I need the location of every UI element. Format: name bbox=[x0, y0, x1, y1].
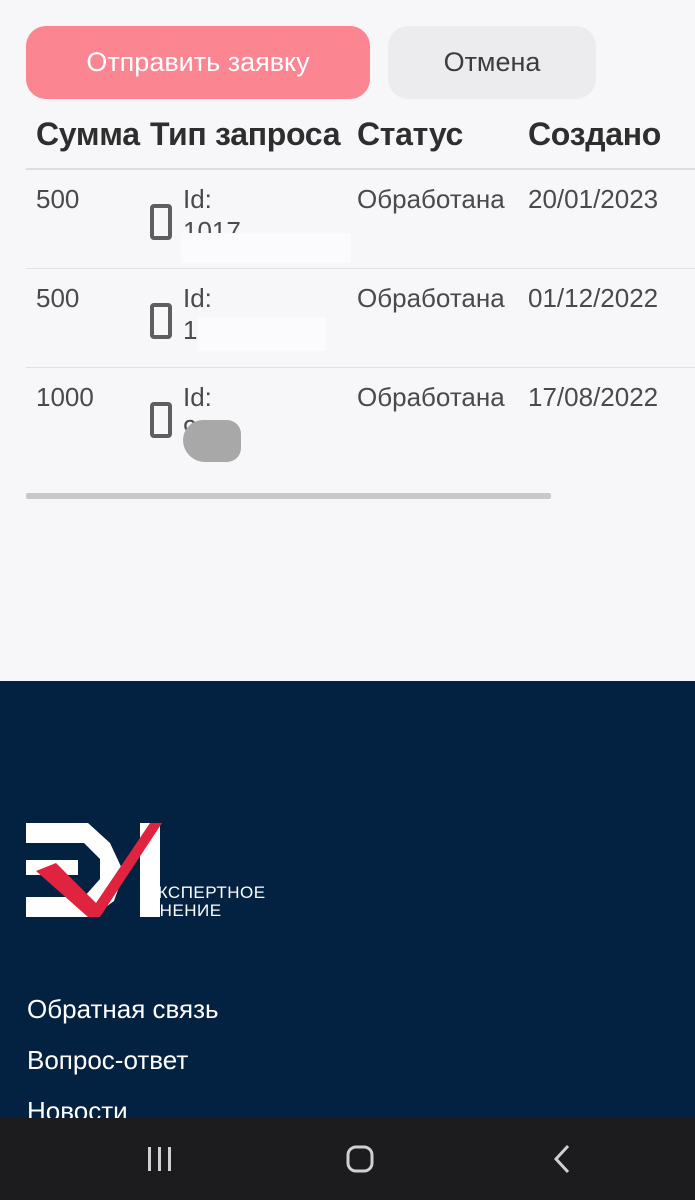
footer-link-feedback[interactable]: Обратная связь bbox=[27, 994, 219, 1025]
table-row[interactable]: 500 Id: 1 3 Обработана 01/12/2022 bbox=[26, 269, 695, 368]
created-date-cell: 17/08/2022 bbox=[528, 382, 659, 412]
request-id-label: Id: bbox=[183, 184, 212, 214]
status-cell: Обработана bbox=[357, 283, 505, 313]
amount-cell: 500 bbox=[36, 184, 80, 214]
request-id-label: Id: bbox=[183, 382, 212, 412]
table-row[interactable]: 500 Id: 1017 Обработана 20/01/2023 bbox=[26, 170, 695, 269]
redaction bbox=[198, 317, 326, 351]
amount-cell: 500 bbox=[36, 283, 80, 313]
amount-cell: 1000 bbox=[36, 382, 94, 412]
status-cell: Обработана bbox=[357, 184, 505, 214]
created-date-cell: 20/01/2023 bbox=[528, 184, 659, 214]
android-navigation-bar bbox=[0, 1118, 695, 1200]
content-area: Отправить заявку Отмена Сумма Тип запрос… bbox=[0, 0, 695, 681]
footer-link-faq[interactable]: Вопрос-ответ bbox=[27, 1045, 188, 1076]
phone-icon bbox=[150, 402, 172, 438]
horizontal-scrollbar[interactable] bbox=[26, 493, 551, 499]
column-header-status: Статус bbox=[357, 116, 464, 152]
table-row[interactable]: 1000 Id: 9 Обработана 17/08/2022 bbox=[26, 368, 695, 467]
redaction bbox=[183, 420, 241, 462]
cancel-button[interactable]: Отмена bbox=[388, 26, 596, 99]
column-header-created: Создано bbox=[528, 116, 662, 152]
status-cell: Обработана bbox=[357, 382, 505, 412]
logo-text: ЭКСПЕРТНОЕ МНЕНИЕ bbox=[145, 884, 266, 920]
site-footer: ЭКСПЕРТНОЕ МНЕНИЕ Обратная связь Вопрос-… bbox=[0, 681, 695, 1126]
created-date-cell: 01/12/2022 bbox=[528, 283, 659, 313]
submit-request-button[interactable]: Отправить заявку bbox=[26, 26, 370, 99]
home-icon[interactable] bbox=[330, 1118, 390, 1200]
request-id-label: Id: bbox=[183, 283, 212, 313]
column-header-amount: Сумма bbox=[36, 116, 140, 152]
back-icon[interactable] bbox=[532, 1118, 592, 1200]
column-header-request-type: Тип запроса bbox=[150, 116, 341, 152]
redaction bbox=[181, 233, 351, 263]
requests-table[interactable]: Сумма Тип запроса Статус Создано 500 Id:… bbox=[26, 108, 695, 468]
logo-line-2: МНЕНИЕ bbox=[145, 901, 222, 920]
recent-apps-icon[interactable] bbox=[130, 1118, 190, 1200]
logo-line-1: ЭКСПЕРТНОЕ bbox=[145, 883, 266, 902]
phone-icon bbox=[150, 303, 172, 339]
phone-icon bbox=[150, 204, 172, 240]
